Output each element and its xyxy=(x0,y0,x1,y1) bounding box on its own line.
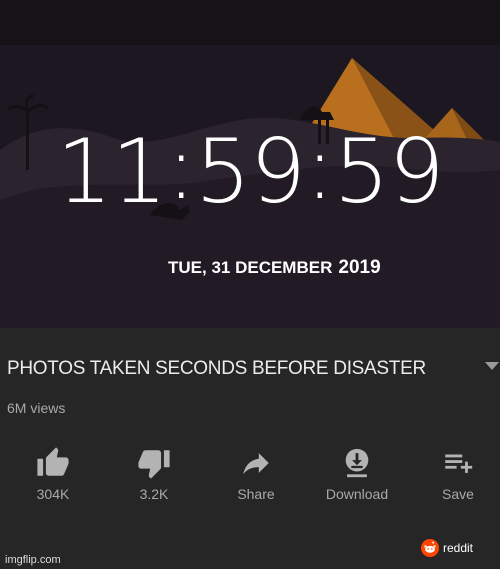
clock-time: 11:59:59 xyxy=(0,124,500,216)
clock-hours: 11 xyxy=(56,120,167,223)
like-count: 304K xyxy=(36,486,70,502)
dislike-button[interactable]: 3.2K xyxy=(114,446,194,502)
expand-description-icon[interactable] xyxy=(485,362,499,370)
clock-date: TUE, 31 DECEMBER 2019 xyxy=(168,257,381,279)
view-count: 6M views xyxy=(7,400,66,416)
reddit-badge: reddit xyxy=(421,539,473,557)
clock-minutes: 59 xyxy=(195,120,306,223)
playlist-add-icon xyxy=(445,454,473,473)
save-button[interactable]: Save xyxy=(418,446,498,502)
reddit-logo-icon xyxy=(421,539,439,557)
imgflip-watermark: imgflip.com xyxy=(5,554,61,566)
video-title[interactable]: PHOTOS TAKEN SECONDS BEFORE DISASTER xyxy=(7,358,426,380)
share-button[interactable]: Share xyxy=(216,446,296,502)
video-info-panel: PHOTOS TAKEN SECONDS BEFORE DISASTER 6M … xyxy=(0,328,500,569)
share-arrow-icon xyxy=(243,453,269,475)
clock-seconds: 59 xyxy=(333,120,445,223)
share-label: Share xyxy=(237,486,275,502)
reddit-label: reddit xyxy=(443,541,474,555)
thumb-up-icon xyxy=(37,447,69,476)
save-label: Save xyxy=(442,486,474,502)
clock-year: 2019 xyxy=(338,257,381,278)
download-label: Download xyxy=(325,486,389,502)
clock-separator: : xyxy=(304,116,335,219)
like-button[interactable]: 304K xyxy=(13,446,93,502)
dislike-count: 3.2K xyxy=(139,486,169,502)
download-icon xyxy=(345,448,369,478)
clock-date-text: TUE, 31 DECEMBER xyxy=(168,258,333,277)
lock-screen-clock-panel: 11:59:59 TUE, 31 DECEMBER 2019 xyxy=(0,0,500,328)
thumb-down-icon xyxy=(138,450,170,479)
clock-separator: : xyxy=(166,116,196,219)
download-button[interactable]: Download xyxy=(317,446,397,502)
